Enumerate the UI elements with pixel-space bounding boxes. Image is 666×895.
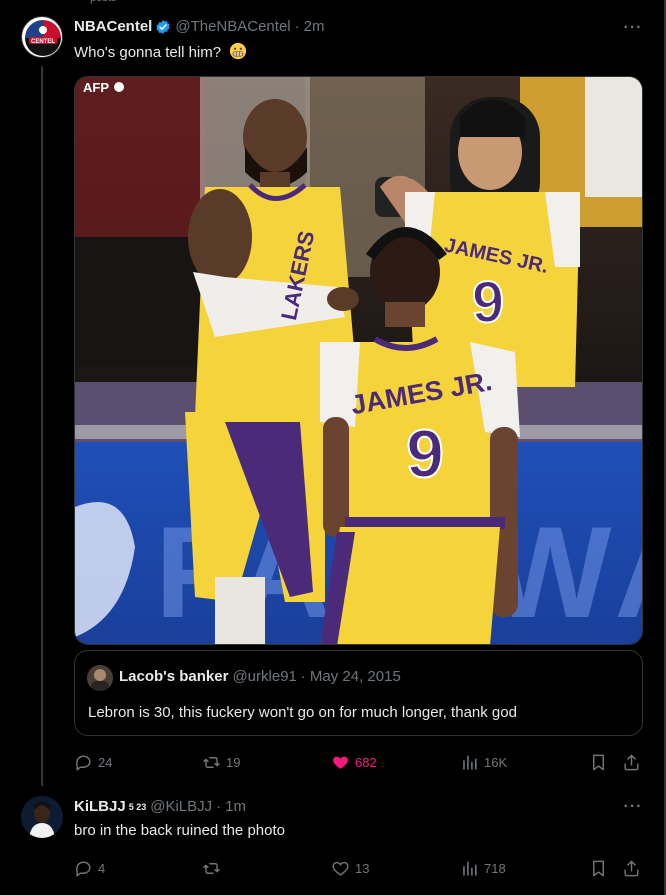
- afp-watermark-dot-icon: [114, 82, 124, 92]
- author-name[interactable]: NBACentel: [74, 18, 152, 35]
- author-handle[interactable]: @TheNBACentel: [175, 18, 290, 35]
- nba-centel-logo-icon: CENTEL: [23, 18, 62, 57]
- afp-watermark: AFP: [83, 80, 109, 95]
- views-count: 16K: [484, 754, 508, 770]
- reply-author-handle[interactable]: @KiLBJJ: [150, 798, 212, 815]
- tweet-header: NBACentel @TheNBACentel · 2m: [74, 18, 324, 35]
- bookmark-icon: [593, 860, 604, 876]
- bookmark-icon: [593, 754, 604, 770]
- reply-author-avatar[interactable]: [21, 796, 63, 838]
- reply-reply-count: 4: [98, 860, 106, 876]
- reply-like-button[interactable]: 13: [331, 856, 369, 880]
- reply-count: 24: [98, 754, 113, 770]
- reply-like-count: 13: [355, 860, 370, 876]
- bronny-jersey-number: 9: [406, 416, 444, 492]
- reply-share-button[interactable]: [622, 856, 646, 880]
- quoted-tweet-date: May 24, 2015: [309, 668, 401, 685]
- reply-header: KiLBJJ 5 23 @KiLBJJ · 1m: [74, 798, 246, 815]
- reply-icon: [76, 754, 91, 771]
- like-button[interactable]: 682: [331, 750, 377, 774]
- share-icon: [624, 754, 639, 770]
- reply-author-name[interactable]: KiLBJJ: [74, 798, 126, 815]
- reply-repost-button[interactable]: [202, 856, 226, 880]
- heart-outline-icon: [332, 861, 349, 876]
- repost-button[interactable]: 19: [202, 750, 240, 774]
- share-icon: [624, 860, 639, 876]
- heart-filled-icon: [333, 756, 348, 769]
- basketball-photo-illustration: FAIRWAY JAMES JR. 9 LAKERS: [75, 77, 642, 644]
- quoted-avatar-image-icon: [87, 665, 113, 691]
- tweet-photo[interactable]: FAIRWAY JAMES JR. 9 LAKERS: [74, 76, 643, 645]
- reply-timestamp[interactable]: 1m: [225, 798, 246, 815]
- share-button[interactable]: [622, 750, 646, 774]
- reply-views-count: 718: [484, 860, 506, 876]
- reply-views-button[interactable]: 718: [460, 856, 506, 880]
- more-options-icon[interactable]: ···: [623, 20, 643, 42]
- bookmark-button[interactable]: [589, 750, 613, 774]
- verified-badge-icon[interactable]: [155, 19, 171, 35]
- separator-dot: ·: [216, 798, 222, 815]
- thread-connector-line: [41, 66, 43, 786]
- like-count: 682: [355, 754, 377, 770]
- tweet-timestamp[interactable]: 2m: [304, 18, 325, 35]
- repost-icon: [203, 862, 220, 874]
- separator-dot: ·: [294, 18, 300, 35]
- reply-button[interactable]: 24: [74, 750, 112, 774]
- quoted-author-handle: @urkle91: [232, 668, 297, 685]
- reply-more-options-icon[interactable]: ···: [623, 799, 643, 821]
- author-avatar[interactable]: CENTEL: [21, 16, 63, 58]
- repost-count: 19: [226, 754, 241, 770]
- views-chart-icon: [463, 754, 477, 770]
- previous-tweet-text: posts: [90, 0, 116, 4]
- quoted-tweet-header: Lacob's banker @urkle91 · May 24, 2015: [119, 668, 401, 685]
- tweet-text: Who's gonna tell him?: [74, 44, 222, 61]
- reply-text: bro in the back ruined the photo: [74, 822, 285, 839]
- quoted-tweet-text: Lebron is 30, this fuckery won't go on f…: [88, 704, 517, 721]
- tweet-body: Who's gonna tell him?: [74, 42, 247, 63]
- repost-icon: [203, 756, 220, 768]
- avatar-logo-text: CENTEL: [31, 39, 55, 45]
- quoted-author-name: Lacob's banker: [119, 668, 229, 685]
- quoted-author-avatar: [87, 665, 113, 691]
- reply-action-bar: 4 13 718: [74, 856, 644, 880]
- views-chart-icon: [463, 860, 477, 876]
- tweet-action-bar: 24 19 682 16K: [74, 750, 644, 774]
- reply-author-badge: 5 23: [128, 801, 147, 812]
- reply-reply-button[interactable]: 4: [74, 856, 105, 880]
- grimacing-face-icon: [230, 42, 247, 60]
- reply-bookmark-button[interactable]: [589, 856, 613, 880]
- views-button[interactable]: 16K: [460, 750, 507, 774]
- previous-tweet-strip: posts: [0, 0, 664, 6]
- quoted-tweet-card[interactable]: Lacob's banker @urkle91 · May 24, 2015 L…: [74, 650, 643, 736]
- reply-icon: [76, 860, 91, 877]
- fan-jersey-number: 9: [472, 270, 504, 335]
- reply-avatar-image-icon: [21, 796, 63, 838]
- separator-dot: ·: [300, 668, 306, 685]
